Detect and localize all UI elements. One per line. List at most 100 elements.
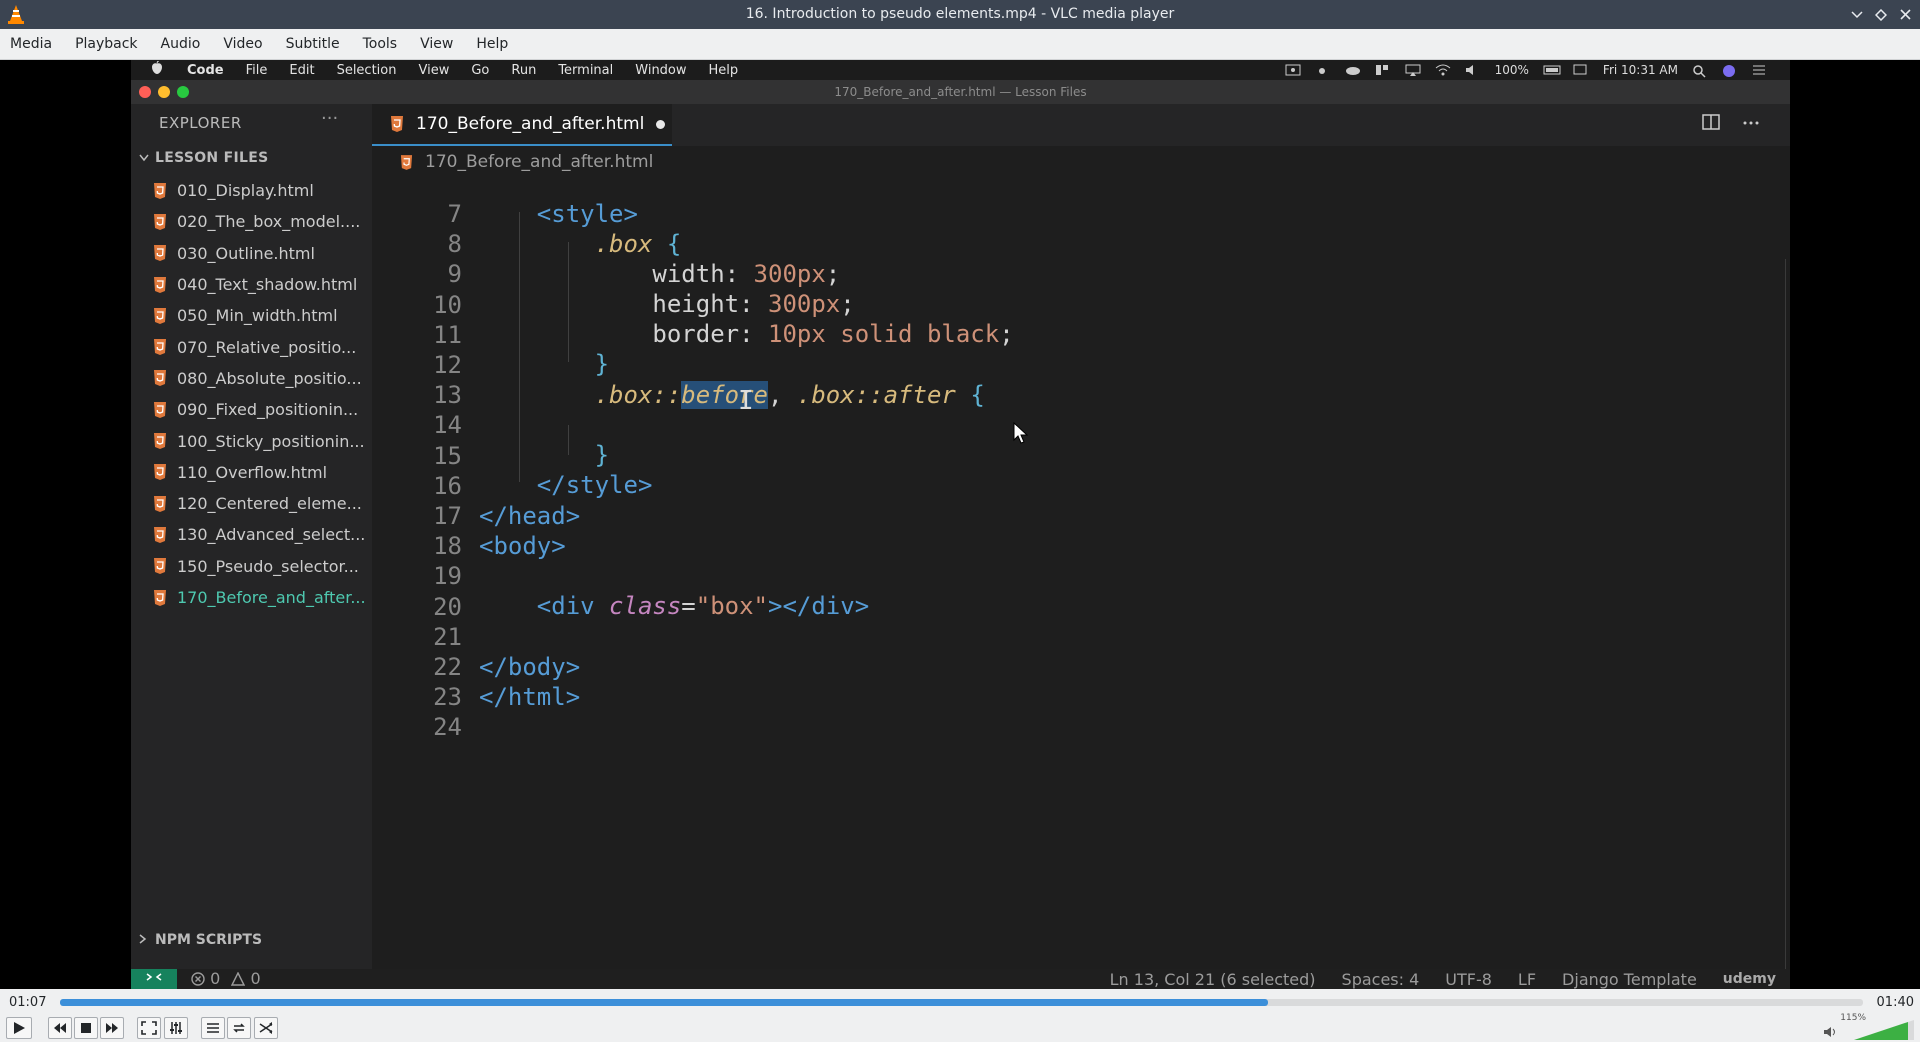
chevron-right-icon	[139, 934, 147, 944]
line-number: 8	[447, 230, 462, 259]
editor-tabs: 170_Before_and_after.html	[372, 104, 1790, 146]
menu-subtitle[interactable]: Subtitle	[276, 29, 353, 59]
playlist-icon	[207, 1023, 219, 1033]
loop-button[interactable]	[227, 1017, 251, 1039]
file-item: 150_Pseudo_selector...	[153, 551, 368, 582]
volume-slider[interactable]	[1854, 1020, 1914, 1040]
file-item: 010_Display.html	[153, 175, 368, 206]
html5-file-icon	[154, 339, 166, 356]
total-time: 01:40	[1876, 995, 1914, 1010]
brightness-icon	[1315, 64, 1331, 76]
file-item-label: 120_Centered_eleme...	[177, 494, 362, 514]
close-icon[interactable]	[1896, 6, 1914, 24]
vlc-menu-bar: Media Playback Audio Video Subtitle Tool…	[0, 29, 1920, 60]
line-number: 15	[433, 441, 462, 470]
html5-file-icon	[154, 245, 166, 262]
shuffle-button[interactable]	[254, 1017, 278, 1039]
html5-file-icon	[154, 370, 166, 387]
vlc-controls: 01:07 01:40 115%	[0, 989, 1920, 1042]
code-line: border: 10px solid black;	[652, 320, 1014, 348]
file-item: 130_Advanced_select...	[153, 519, 368, 550]
line-number: 22	[433, 653, 462, 681]
more-actions-icon	[1742, 114, 1760, 135]
code-line: width: 300px;	[652, 260, 841, 288]
stop-icon	[81, 1023, 91, 1033]
cloud-icon	[1345, 64, 1361, 76]
editor-ruler	[1785, 259, 1786, 989]
file-item-label: 010_Display.html	[177, 181, 314, 201]
previous-button[interactable]	[48, 1017, 72, 1039]
extended-settings-button[interactable]	[164, 1017, 188, 1039]
traffic-zoom-icon	[177, 86, 189, 98]
play-button[interactable]	[6, 1017, 32, 1039]
file-item-label: 130_Advanced_select...	[177, 525, 366, 545]
volume-icon	[1465, 64, 1481, 76]
volume-control[interactable]: 115%	[1821, 1013, 1916, 1042]
file-item-label: 050_Min_width.html	[177, 306, 338, 326]
html5-file-icon	[154, 276, 166, 293]
udemy-logo: udemy	[1722, 971, 1776, 987]
mac-menu-edit: Edit	[289, 62, 315, 78]
code-line: .box::before, .box::after {	[594, 381, 985, 409]
playlist-button[interactable]	[201, 1017, 225, 1039]
shuffle-icon	[259, 1022, 273, 1034]
file-item: 120_Centered_eleme...	[153, 488, 368, 519]
minimize-icon[interactable]	[1848, 6, 1866, 24]
code-line: </html>	[479, 683, 581, 711]
seek-progress	[60, 999, 1268, 1006]
menu-help[interactable]: Help	[466, 29, 521, 59]
file-item-label: 040_Text_shadow.html	[177, 275, 358, 295]
html5-file-icon	[154, 307, 166, 324]
file-item-label: 080_Absolute_positio...	[177, 368, 362, 388]
breadcrumb-file: 170_Before_and_after.html	[425, 152, 654, 172]
fullscreen-button[interactable]	[137, 1017, 161, 1039]
vscode-status-bar: 0 0 Ln 13, Col 21 (6 selected) Spaces: 4…	[131, 969, 1790, 989]
explorer-header: EXPLORER	[159, 114, 242, 132]
video-frame: Code File Edit Selection View Go Run Ter…	[131, 60, 1790, 989]
line-number: 20	[433, 592, 462, 621]
npm-scripts-section: NPM SCRIPTS	[139, 932, 262, 948]
video-area[interactable]: Code File Edit Selection View Go Run Ter…	[0, 60, 1920, 989]
file-item-label: 110_Overflow.html	[177, 462, 328, 482]
menu-tools[interactable]: Tools	[353, 29, 411, 59]
menu-view[interactable]: View	[410, 29, 466, 59]
file-item: 070_Relative_positio...	[153, 331, 368, 362]
menu-audio[interactable]: Audio	[151, 29, 214, 59]
file-item-label: 020_The_box_model....	[177, 212, 361, 232]
file-item-label: 150_Pseudo_selector...	[177, 556, 359, 576]
explorer-sidebar: EXPLORER ··· LESSON FILES 010_Display.ht…	[131, 104, 372, 969]
vlc-title-bar: 16. Introduction to pseudo elements.mp4 …	[0, 0, 1920, 29]
line-ending: LF	[1517, 969, 1537, 989]
previous-icon	[54, 1023, 66, 1033]
file-item: 030_Outline.html	[153, 238, 368, 269]
html5-file-icon	[154, 526, 166, 543]
vscode-window-title: 170_Before_and_after.html — Lesson Files	[834, 85, 1087, 99]
file-item: 170_Before_and_after...	[153, 582, 368, 613]
html5-file-icon	[400, 154, 413, 170]
menu-playback[interactable]: Playback	[65, 29, 150, 59]
fullscreen-icon	[141, 1021, 157, 1035]
code-line: </head>	[479, 502, 581, 530]
notification-center-icon	[1752, 64, 1768, 76]
line-number: 9	[447, 260, 462, 289]
window-title: 16. Introduction to pseudo elements.mp4 …	[745, 6, 1175, 22]
menu-media[interactable]: Media	[0, 29, 65, 59]
remote-icon	[131, 969, 177, 989]
file-item: 040_Text_shadow.html	[153, 269, 368, 300]
restore-icon[interactable]	[1872, 6, 1890, 24]
line-number: 21	[433, 622, 462, 651]
tab-filename: 170_Before_and_after.html	[416, 114, 645, 134]
seek-slider[interactable]	[60, 999, 1863, 1006]
indentation: Spaces: 4	[1341, 969, 1420, 989]
warning-count: 0	[250, 969, 261, 988]
stop-button[interactable]	[74, 1017, 98, 1039]
html5-file-icon	[154, 464, 166, 481]
line-number: 16	[433, 471, 462, 500]
code-line: .box {	[594, 230, 682, 258]
file-item: 020_The_box_model....	[153, 206, 368, 237]
battery-icon	[1543, 64, 1561, 76]
next-button[interactable]	[100, 1017, 124, 1039]
menu-video[interactable]: Video	[213, 29, 275, 59]
tab-before-and-after: 170_Before_and_after.html	[372, 104, 672, 146]
html5-file-icon	[154, 558, 166, 575]
